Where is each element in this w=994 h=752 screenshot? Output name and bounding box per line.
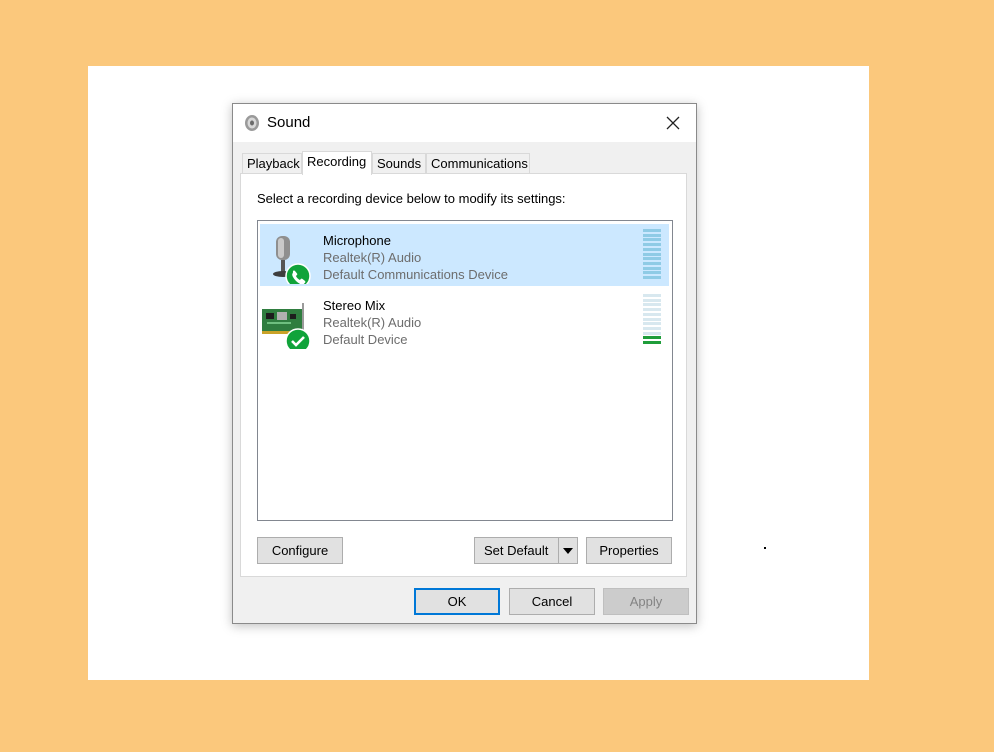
set-default-dropdown[interactable] [558, 538, 577, 563]
device-item-microphone[interactable]: Microphone Realtek(R) Audio Default Comm… [260, 224, 669, 286]
meter-segment [643, 317, 661, 321]
speaker-icon [245, 115, 259, 131]
device-status: Default Device [323, 332, 408, 347]
set-default-button[interactable]: Set Default [474, 537, 578, 564]
meter-segment [643, 303, 661, 307]
meter-segment [643, 326, 661, 330]
instruction-text: Select a recording device below to modif… [257, 191, 566, 206]
device-driver: Realtek(R) Audio [323, 250, 422, 265]
device-name: Microphone [323, 233, 391, 248]
sound-card-icon [262, 303, 311, 349]
meter-segment [643, 331, 661, 335]
chevron-down-icon [563, 547, 573, 554]
recording-panel: Select a recording device below to modif… [240, 173, 687, 577]
meter-segment [643, 271, 661, 275]
meter-segment [643, 243, 661, 247]
meter-segment [643, 312, 661, 316]
set-default-label: Set Default [484, 543, 549, 558]
tab-playback[interactable]: Playback [242, 153, 302, 174]
meter-segment [643, 257, 661, 261]
meter-segment [643, 238, 661, 242]
tab-recording[interactable]: Recording [302, 151, 372, 175]
cancel-button[interactable]: Cancel [509, 588, 595, 615]
sound-dialog: Sound Playback Recording Sounds Communic… [232, 103, 697, 624]
device-list[interactable]: Microphone Realtek(R) Audio Default Comm… [257, 220, 673, 521]
configure-button[interactable]: Configure [257, 537, 343, 564]
microphone-icon [273, 236, 311, 284]
meter-segment [643, 336, 661, 340]
meter-segment [643, 247, 661, 251]
meter-segment [643, 252, 661, 256]
meter-segment [643, 233, 661, 237]
device-status: Default Communications Device [323, 267, 508, 282]
level-meter [643, 229, 661, 281]
meter-segment [643, 322, 661, 326]
close-icon [666, 116, 680, 130]
meter-segment [643, 298, 661, 302]
device-name: Stereo Mix [323, 298, 386, 313]
meter-segment [643, 266, 661, 270]
window-title: Sound [267, 114, 311, 131]
meter-segment [643, 308, 661, 312]
device-driver: Realtek(R) Audio [323, 315, 422, 330]
meter-segment [643, 261, 661, 265]
tab-communications[interactable]: Communications [426, 153, 530, 174]
device-item-stereo-mix[interactable]: Stereo Mix Realtek(R) Audio Default Devi… [260, 289, 669, 351]
apply-button[interactable]: Apply [603, 588, 689, 615]
close-button[interactable] [650, 104, 696, 142]
cursor-dot [764, 547, 766, 549]
properties-button[interactable]: Properties [586, 537, 672, 564]
meter-segment [643, 229, 661, 232]
checkmark-badge-icon [285, 328, 311, 349]
level-meter [643, 294, 661, 346]
tab-sounds[interactable]: Sounds [372, 153, 426, 174]
title-bar: Sound [233, 104, 696, 142]
meter-segment [643, 294, 661, 297]
meter-segment [643, 341, 661, 344]
phone-badge-icon [285, 263, 311, 284]
meter-segment [643, 276, 661, 279]
ok-button[interactable]: OK [414, 588, 500, 615]
